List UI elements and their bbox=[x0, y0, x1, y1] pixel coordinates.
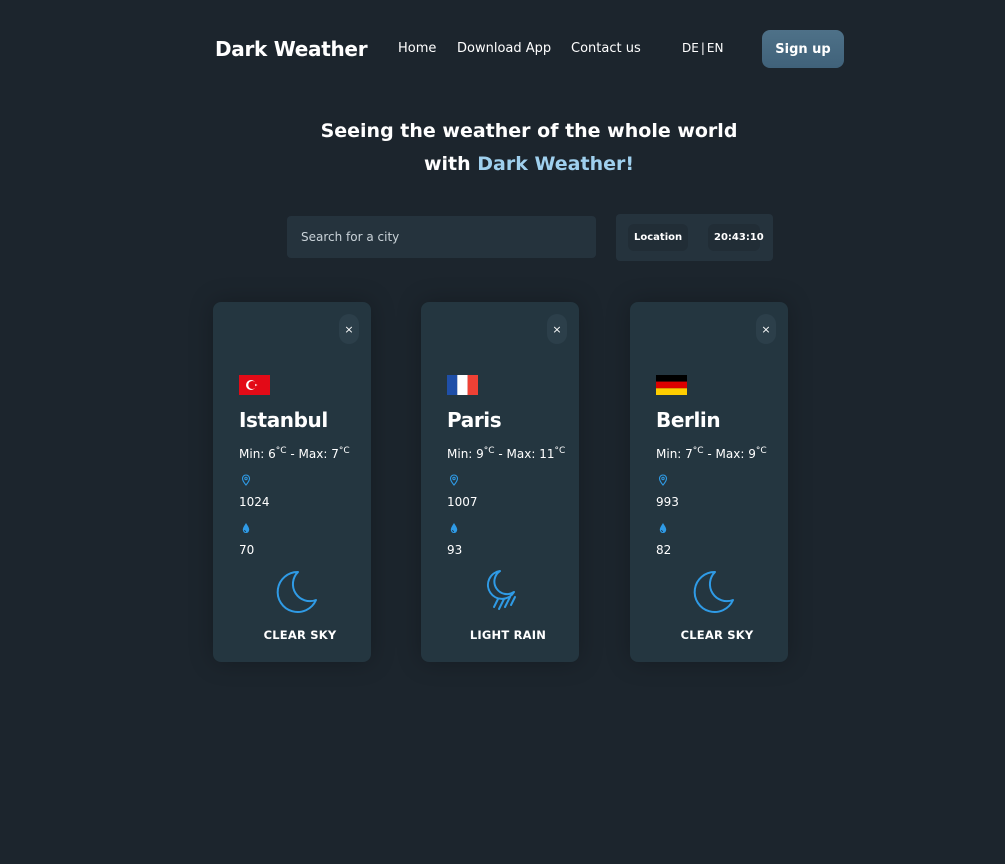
map-pin-icon bbox=[449, 474, 459, 486]
max-label: - Max: bbox=[286, 447, 332, 461]
min-label: Min: bbox=[656, 447, 686, 461]
site-header: Dark Weather Home Download App Contact u… bbox=[0, 30, 1005, 68]
water-drop-icon bbox=[450, 523, 458, 533]
pressure-value: 1024 bbox=[239, 495, 270, 509]
hero-heading: Seeing the weather of the whole world wi… bbox=[0, 115, 1005, 181]
water-drop-icon bbox=[242, 523, 250, 533]
min-temp: 9 bbox=[476, 447, 484, 461]
hero-line-1: Seeing the weather of the whole world bbox=[320, 120, 738, 142]
weather-card-berlin: × Berlin Min: 7°C - Max: 9°C 993 82 CLEA… bbox=[630, 302, 788, 662]
min-label: Min: bbox=[447, 447, 477, 461]
language-switcher: DE | EN bbox=[682, 41, 723, 55]
location-button[interactable]: Location bbox=[628, 224, 688, 251]
humidity-value: 93 bbox=[447, 543, 463, 557]
max-label: - Max: bbox=[703, 447, 749, 461]
temperature-range: Min: 7°C - Max: 9°C bbox=[656, 446, 767, 461]
max-label: - Max: bbox=[494, 447, 540, 461]
temp-unit: °C bbox=[554, 446, 566, 456]
moon-rain-icon bbox=[486, 570, 516, 610]
weather-card-istanbul: × Istanbul Min: 6°C - Max: 7°C 1024 70 C… bbox=[213, 302, 371, 662]
humidity-value: 70 bbox=[239, 543, 255, 557]
nav-home-link[interactable]: Home bbox=[398, 41, 436, 56]
france-flag-icon bbox=[447, 375, 478, 395]
brand-logo[interactable]: Dark Weather bbox=[215, 37, 368, 61]
city-name: Paris bbox=[447, 408, 502, 432]
nav-download-app-link[interactable]: Download App bbox=[457, 41, 551, 56]
pressure-value: 1007 bbox=[447, 495, 478, 509]
temp-unit: °C bbox=[275, 446, 287, 456]
nav-contact-link[interactable]: Contact us bbox=[571, 41, 641, 56]
lang-separator: | bbox=[700, 41, 705, 55]
hero-line-2: with Dark Weather! bbox=[0, 148, 1005, 181]
weather-description: CLEAR SKY bbox=[263, 628, 337, 642]
moon-icon bbox=[276, 570, 317, 613]
lang-de-option[interactable]: DE bbox=[682, 41, 699, 55]
temp-unit: °C bbox=[338, 446, 350, 456]
map-pin-icon bbox=[658, 474, 668, 486]
max-temp: 11 bbox=[539, 447, 555, 461]
pressure-value: 993 bbox=[656, 495, 679, 509]
min-temp: 7 bbox=[685, 447, 693, 461]
weather-card-paris: × Paris Min: 9°C - Max: 11°C 1007 93 LIG… bbox=[421, 302, 579, 662]
min-temp: 6 bbox=[268, 447, 276, 461]
moon-icon bbox=[693, 570, 734, 613]
max-temp: 7 bbox=[331, 447, 339, 461]
hero-line-2-prefix: with bbox=[423, 153, 478, 175]
temperature-range: Min: 9°C - Max: 11°C bbox=[447, 446, 565, 461]
lang-en-option[interactable]: EN bbox=[707, 41, 724, 55]
turkey-flag-icon bbox=[239, 375, 270, 395]
close-card-button[interactable]: × bbox=[339, 314, 359, 344]
temp-unit: °C bbox=[483, 446, 495, 456]
temp-unit: °C bbox=[755, 446, 767, 456]
humidity-value: 82 bbox=[656, 543, 672, 557]
city-name: Berlin bbox=[656, 408, 721, 432]
map-pin-icon bbox=[241, 474, 251, 486]
search-tools-panel: Location 20:43:10 bbox=[616, 214, 773, 261]
germany-flag-icon bbox=[656, 375, 687, 395]
signup-button[interactable]: Sign up bbox=[762, 30, 844, 68]
weather-description: CLEAR SKY bbox=[680, 628, 754, 642]
temperature-range: Min: 6°C - Max: 7°C bbox=[239, 446, 350, 461]
max-temp: 9 bbox=[748, 447, 756, 461]
close-card-button[interactable]: × bbox=[756, 314, 776, 344]
close-card-button[interactable]: × bbox=[547, 314, 567, 344]
weather-description: LIGHT RAIN bbox=[469, 628, 547, 642]
city-name: Istanbul bbox=[239, 408, 328, 432]
hero-brand-accent: Dark Weather! bbox=[477, 153, 635, 175]
clock-display: 20:43:10 bbox=[708, 224, 764, 251]
temp-unit: °C bbox=[692, 446, 704, 456]
city-search-input[interactable] bbox=[287, 216, 596, 258]
min-label: Min: bbox=[239, 447, 269, 461]
water-drop-icon bbox=[659, 523, 667, 533]
